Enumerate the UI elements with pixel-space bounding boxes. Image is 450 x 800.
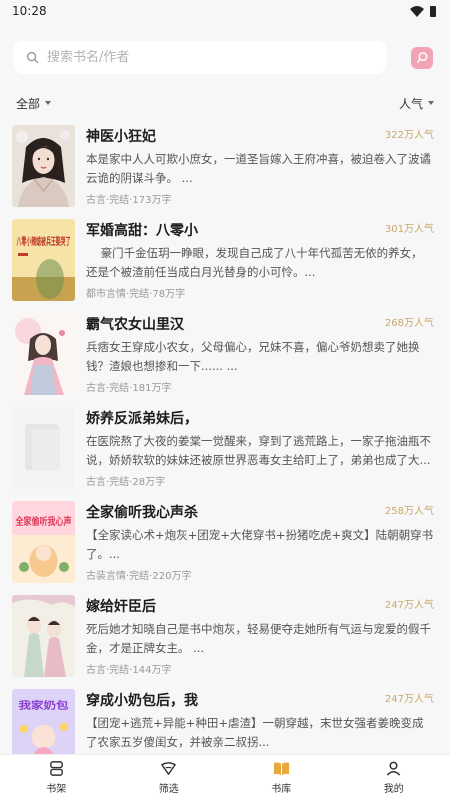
book-popularity: 268万人气 [384,318,434,329]
search-icon [26,51,39,64]
nav-label: 书架 [46,784,67,795]
book-meta: 古言·完结·173万字 [86,195,172,206]
nav-profile[interactable]: 我的 [338,755,450,800]
book-item[interactable]: 神医小狂妃 322万人气 本是家中人人可欺小庶女，一道圣旨嫁入王府冲喜，被迫卷入… [0,124,450,218]
filter-row: 全部 人气 [0,95,450,111]
book-description: 本是家中人人可欺小庶女，一道圣旨嫁入王府冲喜，被迫卷入了波谲云诡的阴谋斗争。 .… [86,152,431,185]
filter-icon [161,762,177,775]
wifi-icon [410,5,424,17]
caret-down-icon [428,101,434,105]
cover-text: 我家奶包 [19,699,69,712]
category-dropdown[interactable]: 全部 [16,95,52,112]
book-cover: 我家奶包 [12,689,75,754]
book-title: 娇养反派弟妹后， [86,411,198,427]
battery-icon [430,5,436,17]
book-description: 【全家读心术+炮灰+团宠+大佬穿书+扮猪吃虎+爽文】陆朝朝穿书了。... [86,528,434,561]
book-meta: 古言·完结·144万字 [86,665,172,676]
book-meta: 都市言情·完结·78万字 [86,289,186,300]
book-description: 在医院熬了大夜的姜棠一觉醒来，穿到了逃荒路上，一家子拖油瓶不说，娇娇软软的妹妹还… [86,434,431,467]
book-cover: 全家偷听我心声 [12,501,75,583]
library-icon [273,762,289,776]
book-item[interactable]: 娇养反派弟妹后， 在医院熬了大夜的姜棠一觉醒来，穿到了逃荒路上，一家子拖油瓶不说… [0,406,450,500]
cover-text: 八零小辣媳被兵王娶哭了 [16,235,70,248]
book-title: 穿成小奶包后，我 [86,693,198,709]
book-item[interactable]: 八零小辣媳被兵王娶哭了 军婚高甜：八零小 301万人气 豪门千金伍玥一睁眼，发现… [0,218,450,312]
book-popularity: 322万人气 [384,130,434,141]
search-row [0,41,450,74]
nav-label: 我的 [383,784,404,795]
bottom-nav: 书架 筛选 书库 我的 [0,754,450,800]
search-button[interactable] [411,46,433,69]
nav-label: 书库 [271,784,292,795]
cover-text: 全家偷听我心声 [15,515,72,528]
status-icons [410,5,436,17]
search-box[interactable] [14,41,386,74]
book-list: 神医小狂妃 322万人气 本是家中人人可欺小庶女，一道圣旨嫁入王府冲喜，被迫卷入… [0,124,450,754]
book-description: 豪门千金伍玥一睁眼，发现自己成了八十年代孤苦无依的养女，还是个被渣前任当成白月光… [86,246,423,279]
caret-down-icon [45,101,52,105]
book-cover [12,407,75,489]
book-popularity: 301万人气 [384,224,434,235]
book-description: 死后她才知晓自己是书中炮灰，轻易便夺走她所有气运与宠爱的假千金，才是正牌女主。 … [86,622,431,655]
book-description: 兵痞女王穿成小农女，父母偏心，兄妹不喜，偏心爷奶想卖了她换钱？渣娘也想掺和一下.… [86,340,420,373]
nav-label: 筛选 [158,784,179,795]
book-item[interactable]: 我家奶包 穿成小奶包后，我 247万人气 【团宠+逃荒+异能+种田+虐渣】一朝穿… [0,688,450,754]
book-title: 霸气农女山里汉 [86,317,184,333]
book-cover [12,595,75,677]
book-item[interactable]: 霸气农女山里汉 268万人气 兵痞女王穿成小农女，父母偏心，兄妹不喜，偏心爷奶想… [0,312,450,406]
book-description: 【团宠+逃荒+异能+种田+虐渣】一朝穿越，末世女强者姜晚变成了农家五岁傻闺女，并… [86,716,424,749]
book-popularity: 258万人气 [384,506,434,517]
book-title: 全家偷听我心声杀 [86,505,198,521]
book-title: 嫁给奸臣后 [86,599,156,615]
book-meta: 古装言情·完结·220万字 [86,571,192,582]
nav-bookshelf[interactable]: 书架 [0,755,113,800]
bookshelf-icon [49,761,63,776]
search-input[interactable] [47,50,287,65]
book-title: 神医小狂妃 [86,129,156,145]
book-item[interactable]: 嫁给奸臣后 247万人气 死后她才知晓自己是书中炮灰，轻易便夺走她所有气运与宠爱… [0,594,450,688]
book-meta: 古言·完结·28万字 [86,477,166,488]
sort-dropdown[interactable]: 人气 [399,95,434,112]
search-icon [416,52,427,63]
book-popularity: 247万人气 [384,694,434,705]
category-label: 全部 [16,96,41,111]
user-icon [387,761,401,776]
book-popularity: 247万人气 [384,600,434,611]
book-title: 军婚高甜：八零小 [86,223,198,239]
nav-filter[interactable]: 筛选 [113,755,226,800]
sort-label: 人气 [398,96,423,111]
status-bar: 10:28 [0,0,450,22]
status-time: 10:28 [12,4,47,18]
book-cover [12,125,75,207]
book-meta: 古言·完结·181万字 [86,383,172,394]
book-cover: 八零小辣媳被兵王娶哭了 [12,219,75,301]
nav-library[interactable]: 书库 [225,755,338,800]
book-cover [12,313,75,395]
book-item[interactable]: 全家偷听我心声 全家偷听我心声杀 258万人气 【全家读心术+炮灰+团宠+大佬穿… [0,500,450,594]
